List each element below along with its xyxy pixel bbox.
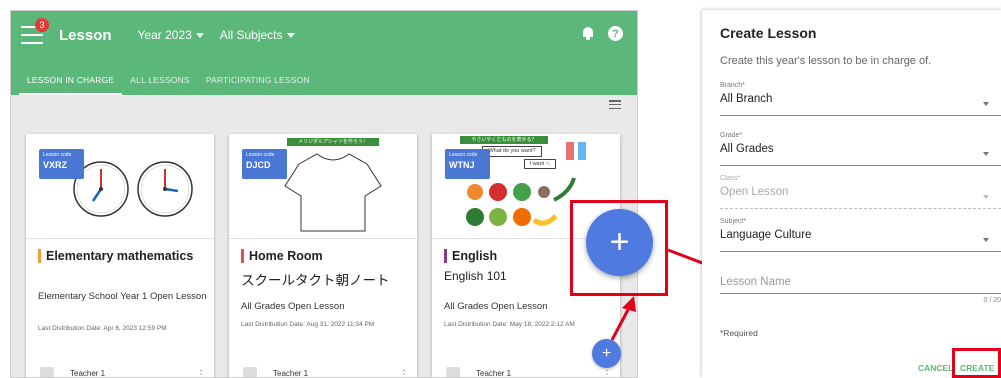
lesson-description: All Grades Open Lesson	[444, 301, 548, 312]
lesson-subtitle: English 101	[444, 269, 507, 283]
notification-badge: 3	[35, 18, 49, 32]
lesson-thumbnail: メリジダルアシャツを作ろう！ Lesson code DJCD	[229, 134, 417, 239]
year-dropdown[interactable]: Year 2023	[138, 28, 204, 42]
lesson-code: VXRZ	[43, 160, 68, 170]
thumbnail-banner: メリジダルアシャツを作ろう！	[287, 138, 379, 146]
bell-icon[interactable]	[582, 26, 594, 40]
caret-down-icon	[286, 32, 295, 38]
lesson-code-badge: Lesson code DJCD	[242, 149, 287, 179]
teacher-name: Teacher 1	[70, 369, 106, 378]
field-value: Open Lesson	[720, 186, 789, 198]
lesson-code: DJCD	[246, 160, 271, 170]
lesson-code-badge: Lesson code VXRZ	[39, 149, 84, 179]
more-vert-icon[interactable]: ⋮	[399, 369, 409, 377]
teacher-name: Teacher 1	[476, 369, 512, 378]
dialog-subtitle: Create this year's lesson to be in charg…	[720, 55, 932, 67]
teacher-avatar	[243, 367, 257, 377]
teacher-avatar	[446, 367, 460, 377]
lesson-subtitle: スクールタクト朝ノート	[241, 273, 390, 288]
lesson-description: Elementary School Year 1 Open Lesson	[38, 291, 207, 302]
field-label: Grade*	[720, 132, 743, 139]
lesson-app: 3 Lesson Year 2023 All Subjects ? LESSON…	[10, 10, 638, 378]
caret-down-icon	[983, 238, 989, 242]
lesson-name-placeholder: Lesson Name	[720, 276, 791, 288]
lesson-code-badge: Lesson code WTNJ	[445, 149, 490, 179]
field-label: Class*	[720, 175, 741, 182]
cancel-button[interactable]: CANCEL	[918, 363, 953, 373]
field-value: All Branch	[720, 93, 773, 105]
top-app-bar: 3 Lesson Year 2023 All Subjects ?	[11, 11, 637, 59]
more-vert-icon[interactable]: ⋮	[196, 369, 206, 377]
lesson-thumbnail: Lesson code VXRZ	[26, 134, 214, 239]
last-distribution-date: Last Distribution Date: Apr 6, 2023 12:5…	[38, 325, 167, 332]
help-icon[interactable]: ?	[608, 26, 623, 41]
teacher-name: Teacher 1	[273, 369, 309, 378]
speech-bubble: What do you want?	[482, 146, 542, 157]
tab-lesson-in-charge[interactable]: LESSON IN CHARGE	[19, 75, 123, 95]
lesson-title: English	[444, 249, 497, 263]
field-value: All Grades	[720, 143, 774, 155]
character-counter: 0 / 20	[983, 297, 1001, 304]
caret-down-icon	[983, 195, 989, 199]
lesson-code-label: Lesson code	[449, 152, 478, 158]
app-title: Lesson	[59, 26, 112, 44]
subject-dropdown[interactable]: All Subjects	[220, 28, 295, 42]
add-lesson-button-small[interactable]: +	[592, 339, 621, 368]
more-vert-icon[interactable]: ⋮	[602, 369, 612, 377]
grade-select[interactable]: Grade* All Grades	[720, 132, 1001, 166]
caret-down-icon	[983, 102, 989, 106]
tab-bar: LESSON IN CHARGE ALL LESSONS PARTICIPATI…	[11, 59, 637, 95]
thumbnail-banner: やさいやくだものを表せる？	[460, 136, 548, 144]
required-note: *Required	[720, 328, 758, 338]
lesson-card[interactable]: メリジダルアシャツを作ろう！ Lesson code DJCD Home Roo…	[229, 134, 417, 378]
lesson-code-label: Lesson code	[43, 152, 72, 158]
lesson-code: WTNJ	[449, 160, 475, 170]
field-value: Language Culture	[720, 229, 812, 241]
caret-down-icon	[983, 152, 989, 156]
caret-down-icon	[195, 32, 204, 38]
create-lesson-dialog: Create Lesson Create this year's lesson …	[702, 10, 1001, 378]
class-select: Class* Open Lesson	[720, 175, 1001, 209]
tab-participating-lesson[interactable]: PARTICIPATING LESSON	[198, 75, 318, 95]
tab-all-lessons[interactable]: ALL LESSONS	[122, 75, 198, 95]
lesson-title: Home Room	[241, 249, 323, 263]
teacher-avatar	[40, 367, 54, 377]
lesson-code-label: Lesson code	[246, 152, 275, 158]
subject-select[interactable]: Subject* Language Culture	[720, 218, 1001, 252]
last-distribution-date: Last Distribution Date: Aug 31, 2022 11:…	[241, 321, 375, 328]
speech-bubble: I want ~.	[524, 159, 556, 169]
subject-dropdown-label: All Subjects	[219, 28, 283, 42]
lesson-card[interactable]: Lesson code VXRZ Elementary mathematics …	[26, 134, 214, 378]
lesson-description: All Grades Open Lesson	[241, 301, 345, 312]
dialog-title: Create Lesson	[720, 25, 817, 41]
menu-icon[interactable]: 3	[21, 18, 49, 44]
branch-select[interactable]: Branch* All Branch	[720, 82, 1001, 116]
list-view-icon[interactable]	[609, 100, 621, 109]
field-label: Subject*	[720, 218, 747, 225]
lesson-name-input[interactable]: Lesson Name	[720, 268, 1001, 294]
year-dropdown-label: Year 2023	[137, 28, 192, 42]
lesson-title: Elementary mathematics	[38, 249, 193, 263]
field-label: Branch*	[720, 82, 745, 89]
create-highlight-box	[952, 348, 1001, 378]
last-distribution-date: Last Distribution Date: May 18, 2022 2:1…	[444, 321, 575, 328]
add-lesson-button[interactable]: +	[586, 209, 653, 276]
